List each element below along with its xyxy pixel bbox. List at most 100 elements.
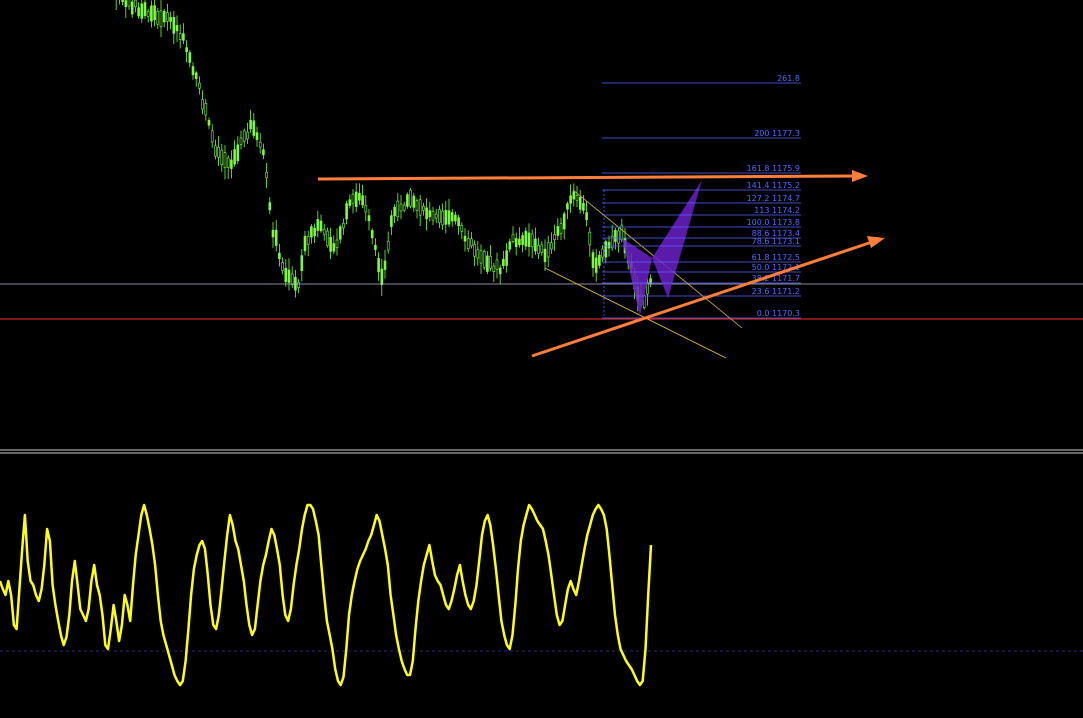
candle-body (255, 132, 259, 140)
candle-body (121, 0, 124, 2)
candle-body (329, 236, 332, 252)
candle-body (124, 0, 128, 7)
candle-body (591, 252, 595, 268)
candle-body (182, 33, 185, 41)
candle-body (338, 226, 342, 240)
chart-background (0, 0, 1083, 718)
candle-body (162, 10, 166, 23)
candle-body (332, 243, 336, 252)
candle-body (252, 120, 256, 136)
candle-body (594, 257, 598, 273)
candle-body (457, 217, 460, 227)
candle-body (306, 235, 310, 245)
candle-body (374, 244, 377, 250)
candle-body (578, 196, 582, 210)
candle-body (585, 212, 588, 221)
candle-body (543, 248, 547, 262)
candle-body (502, 258, 505, 267)
candle-body (172, 17, 176, 34)
candle-body (495, 259, 499, 270)
candle-body (524, 230, 528, 247)
candle-body (274, 229, 278, 246)
candle-body (284, 267, 288, 283)
candle-body (383, 260, 387, 270)
candle-body (438, 209, 441, 223)
candle-body (361, 195, 364, 206)
candle-body (553, 234, 556, 240)
candle-body (470, 238, 473, 247)
candle-body (473, 244, 476, 257)
candle-body (521, 235, 524, 245)
trading-chart[interactable]: 261.8 200 1177.3 161.8 1175.9 141.4 1175.2 1… (0, 0, 1083, 718)
candle-body (319, 220, 323, 232)
fib-level-label: 161.8 1175.9 (747, 164, 800, 173)
candle-body (223, 152, 227, 168)
candle-body (614, 229, 617, 242)
candle-body (236, 144, 240, 162)
candle-body (159, 10, 163, 27)
candle-body (508, 241, 512, 250)
candle-body (281, 262, 284, 272)
candle-body (566, 203, 569, 210)
candle-body (194, 72, 198, 79)
candle-body (169, 17, 172, 22)
candle-body (409, 189, 412, 207)
fib-level-label: 200 1177.3 (754, 129, 800, 138)
candle-body (239, 137, 243, 145)
candle-body (198, 82, 201, 89)
candle-body (415, 200, 419, 211)
candle-body (454, 214, 457, 222)
candle-body (249, 119, 252, 130)
candle-body (351, 193, 355, 204)
fib-level-label: 0.0 1170.3 (757, 309, 800, 318)
candle-body (486, 255, 489, 272)
candle-body (425, 207, 428, 220)
candle-body (310, 226, 313, 238)
candle-body (588, 231, 592, 246)
candle-body (482, 251, 486, 268)
candle-body (303, 235, 307, 252)
candle-body (130, 1, 134, 15)
candle-body (406, 194, 409, 207)
candle-body (601, 248, 604, 258)
candle-body (364, 204, 368, 213)
candle-body (271, 229, 275, 238)
candle-body (233, 149, 236, 165)
candle-body (370, 230, 374, 239)
candle-body (278, 252, 281, 259)
candle-body (358, 192, 361, 201)
candle-body (262, 149, 265, 156)
candle-body (556, 226, 560, 236)
candle-body (534, 238, 537, 252)
candle-body (604, 241, 608, 258)
candle-body (492, 265, 496, 272)
candle-body (444, 210, 448, 225)
candle-body (146, 11, 150, 17)
fib-level-label: 141.4 1175.2 (747, 181, 800, 190)
candle-body (518, 238, 521, 246)
candle-body (479, 250, 483, 264)
candle-body (354, 191, 358, 207)
candle-body (617, 230, 620, 244)
fib-level-label: 113 1174.2 (754, 206, 800, 215)
candle-body (300, 255, 304, 272)
candle-body (386, 241, 390, 251)
candle-body (153, 5, 156, 20)
candle-body (511, 233, 515, 242)
candle-body (402, 204, 406, 211)
candle-body (175, 25, 179, 32)
candle-body (380, 268, 384, 285)
candle-body (127, 0, 131, 7)
candle-body (572, 191, 576, 200)
candle-body (396, 200, 400, 218)
candle-body (562, 213, 566, 230)
candle-body (313, 227, 316, 237)
candle-body (290, 273, 294, 285)
candle-body (390, 215, 393, 228)
candle-body (258, 141, 262, 148)
fib-level-label: 100.0 1173.8 (747, 218, 800, 227)
candle-body (422, 205, 425, 211)
candle-body (505, 250, 508, 266)
candle-body (537, 245, 540, 254)
candle-body (399, 203, 403, 212)
